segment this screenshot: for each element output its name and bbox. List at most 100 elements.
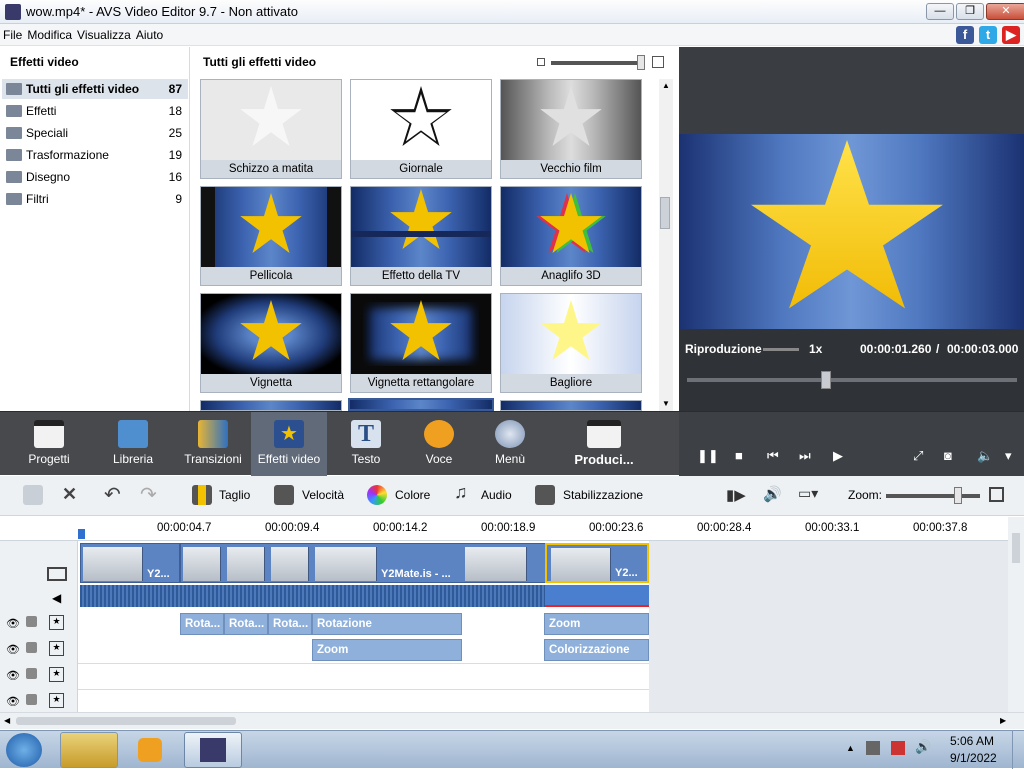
fullscreen-icon[interactable]: ▾ [1005,448,1012,464]
detach-preview-icon[interactable]: ⤢ [913,448,923,464]
facebook-icon[interactable]: f [956,26,974,44]
category-disegno[interactable]: Disegno 16 [2,167,188,187]
scroll-right-icon[interactable]: ▶ [1000,716,1006,725]
effect-block[interactable]: Rota... [268,613,312,635]
menu-modifica[interactable]: Modifica [24,24,74,42]
close-button[interactable]: ✕ [986,3,1024,20]
effect-tile[interactable]: Effetto della TV [350,186,492,286]
twitter-icon[interactable]: t [979,26,997,44]
category-speciali[interactable]: Speciali 25 [2,123,188,143]
menu-disc-button[interactable]: Menù [482,412,538,476]
timeline-vscroll[interactable] [1008,517,1024,712]
library-button[interactable]: Libreria [102,412,164,476]
thumb-size-slider[interactable] [551,61,643,65]
thumb-size-handle[interactable] [637,55,645,70]
effect-block[interactable]: Rota... [224,613,268,635]
color-wheel-icon[interactable] [367,485,387,505]
category-filtri[interactable]: Filtri 9 [2,189,188,209]
video-effects-button[interactable]: ★ Effetti video [251,412,327,476]
effect-block[interactable]: Rota... [180,613,224,635]
scroll-down-icon[interactable]: ▼ [662,399,670,408]
seek-handle[interactable] [820,371,831,389]
lock-icon[interactable] [26,694,37,705]
clock-time[interactable]: 5:06 AM [950,734,994,748]
view-options-icon[interactable]: ▭▾ [798,485,818,502]
trim-icon[interactable] [192,485,212,505]
explorer-taskbar-icon[interactable] [60,732,118,768]
menu-visualizza[interactable]: Visualizza [74,24,133,42]
voice-button[interactable]: Voce [410,412,468,476]
effect-track-icon[interactable]: ★ [49,667,64,682]
text-button[interactable]: T Testo [336,412,396,476]
pause-icon[interactable]: ❚❚ [697,448,719,464]
volume-tray-icon[interactable]: 🔊 [915,739,931,755]
effect-tile[interactable]: Vignetta [200,293,342,393]
eye-icon[interactable]: 👁 [6,669,20,682]
category-trasformazione[interactable]: Trasformazione 19 [2,145,188,165]
stabilization-icon[interactable] [535,485,555,505]
start-button[interactable] [6,733,42,767]
scroll-thumb[interactable] [660,197,670,229]
effect-tile[interactable]: Anaglifo 3D [500,186,642,286]
effect-block[interactable]: Zoom [544,613,649,635]
frame-step-icon[interactable]: ▶ [833,448,843,464]
snapshot-icon[interactable]: ◙ [944,448,952,463]
trim-button[interactable]: Taglio [219,488,250,502]
stop-icon[interactable]: ■ [735,448,743,463]
effect-block[interactable]: Rotazione [312,613,462,635]
projects-button[interactable]: Progetti [18,412,80,476]
redo-icon[interactable]: ↷ [140,482,157,507]
effect-track-icon[interactable]: ★ [49,693,64,708]
effect-track-icon[interactable]: ★ [49,615,64,630]
produce-button[interactable]: Produci... [566,412,642,476]
scroll-left-icon[interactable]: ◀ [4,716,10,725]
fit-timeline-icon[interactable] [989,487,1004,502]
timeline-hscroll[interactable]: ◀ ▶ [0,712,1024,729]
media-taskbar-icon[interactable] [122,732,180,768]
playhead-marker[interactable] [78,529,85,539]
youtube-icon[interactable]: ▶ [1002,26,1020,44]
video-clip-selected[interactable]: Y2... [545,543,649,583]
audio-waveform-selected[interactable] [545,585,649,607]
color-button[interactable]: Colore [395,488,430,502]
effect-block[interactable]: Colorizzazione [544,639,649,661]
storyboard-toggle-icon[interactable] [23,485,43,505]
zoom-slider[interactable] [886,494,980,498]
audio-button[interactable]: Audio [481,488,512,502]
zoom-handle[interactable] [954,487,962,504]
effect-tile[interactable]: Pellicola [200,186,342,286]
eye-icon[interactable]: 👁 [6,643,20,656]
avs-taskbar-icon[interactable] [184,732,242,768]
delete-icon[interactable]: ✕ [62,484,77,505]
speed-button[interactable]: Velocità [302,488,344,502]
flag-icon[interactable] [891,741,905,755]
effect-tile[interactable] [200,400,342,411]
lock-icon[interactable] [26,616,37,627]
speed-slider[interactable] [763,348,799,351]
eye-icon[interactable]: 👁 [6,695,20,708]
scroll-up-icon[interactable]: ▲ [662,81,670,90]
effect-tile-selected[interactable] [348,398,494,411]
maximize-button[interactable]: ❐ [956,3,984,20]
effect-block[interactable]: Zoom [312,639,462,661]
lock-icon[interactable] [26,642,37,653]
stabilization-button[interactable]: Stabilizzazione [563,488,643,502]
speed-icon[interactable] [274,485,294,505]
video-clip[interactable]: Y2Mate.is - ... [180,543,546,583]
effect-tile[interactable]: Vignetta rettangolare [350,293,492,393]
category-effetti[interactable]: Effetti 18 [2,101,188,121]
small-size-icon[interactable] [537,58,545,66]
clock-date[interactable]: 9/1/2022 [950,751,997,765]
show-desktop-button[interactable] [1012,731,1024,769]
category-all[interactable]: Tutti gli effetti video 87 [2,79,188,99]
effect-tile[interactable] [500,400,642,411]
transitions-button[interactable]: Transizioni [180,412,246,476]
music-note-icon[interactable]: ♫ [454,482,468,503]
preview-seek-bar[interactable] [687,378,1017,382]
network-icon[interactable] [866,741,880,755]
effect-track-icon[interactable]: ★ [49,641,64,656]
menu-file[interactable]: File [0,24,24,42]
large-size-icon[interactable] [652,56,664,68]
minimize-button[interactable]: — [926,3,954,20]
hscroll-thumb[interactable] [16,717,236,725]
